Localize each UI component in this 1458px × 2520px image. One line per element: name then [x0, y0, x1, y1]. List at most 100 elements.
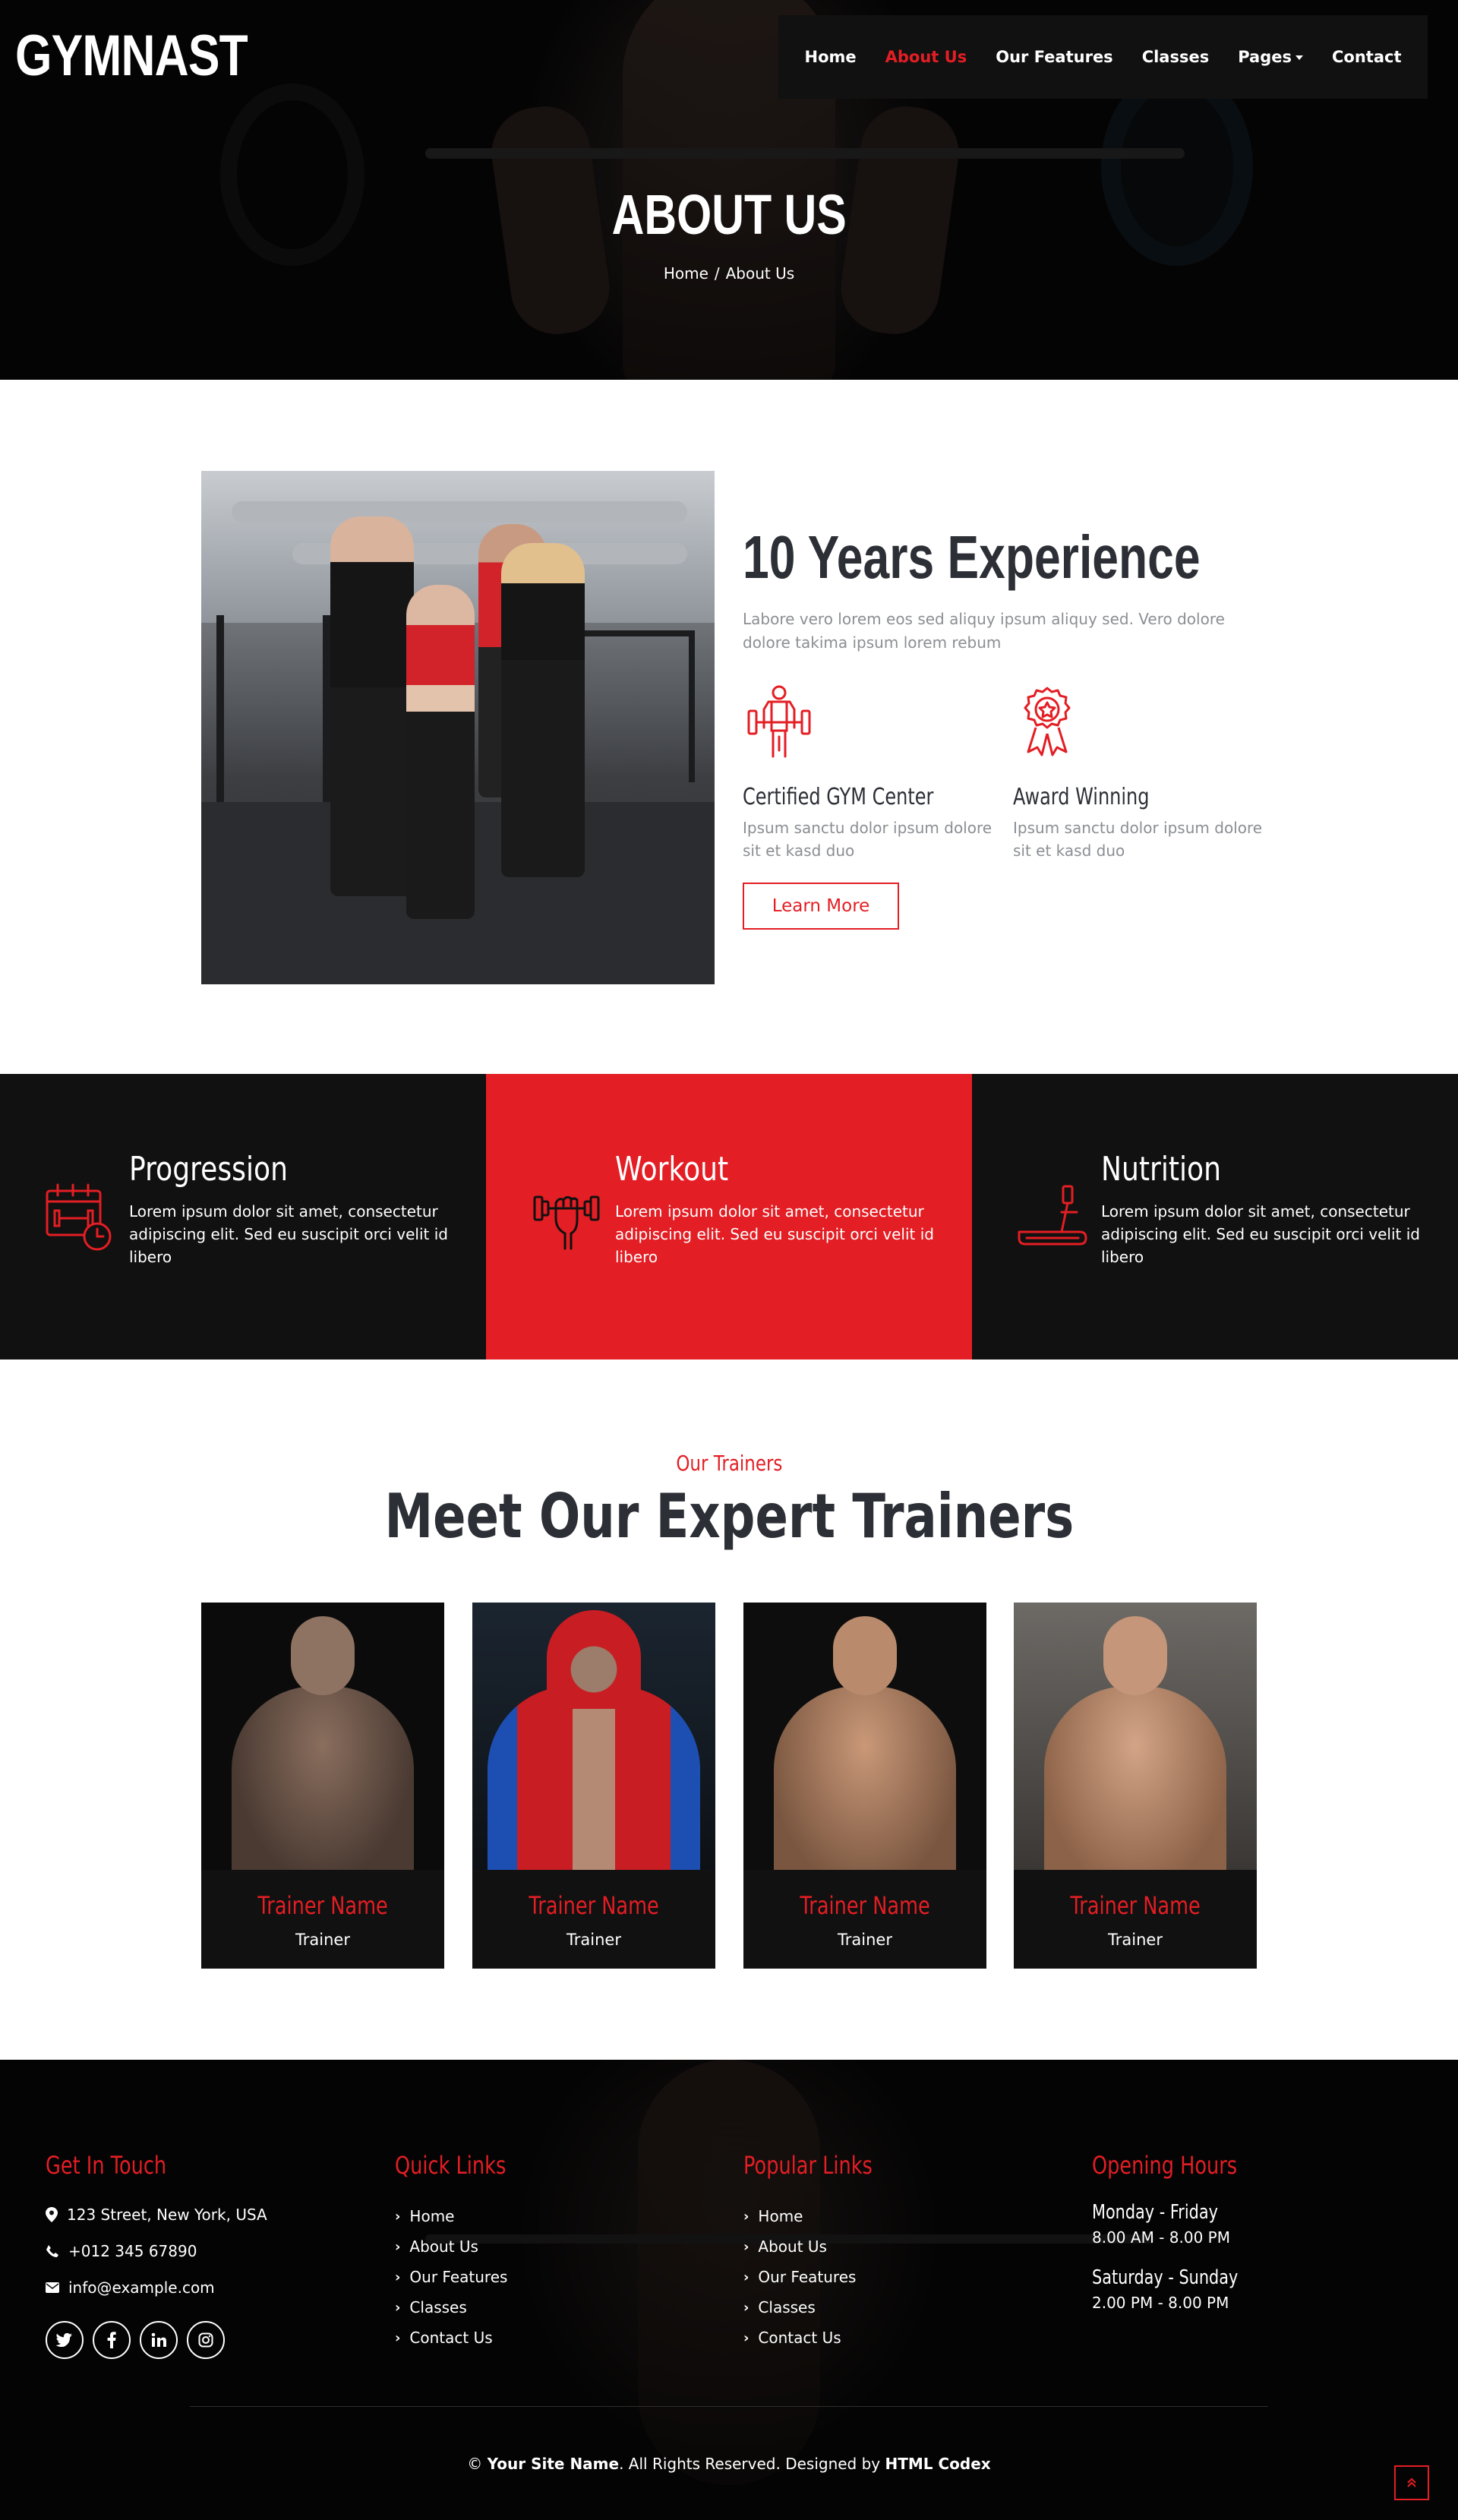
footer-divider [190, 2406, 1268, 2407]
trainer-card[interactable]: Trainer Name Trainer [1014, 1603, 1257, 1969]
chevron-right-icon: › [395, 2329, 401, 2346]
contact-phone[interactable]: +012 345 67890 [46, 2236, 267, 2266]
footer-heading: Popular Links [743, 2151, 873, 2180]
hours-weekdays-time: 8.00 AM - 8.00 PM [1092, 2228, 1230, 2247]
trainer-card[interactable]: Trainer Name Trainer [743, 1603, 986, 1969]
band-text: Lorem ipsum dolor sit amet, consectetur … [129, 1202, 448, 1266]
trainer-role: Trainer [1108, 1931, 1163, 1949]
band-nutrition: Nutrition Lorem ipsum dolor sit amet, co… [972, 1074, 1458, 1359]
band-title: Nutrition [1101, 1150, 1221, 1189]
facebook-icon[interactable] [93, 2321, 131, 2359]
chevron-right-icon: › [743, 2299, 750, 2316]
site-name-link[interactable]: Your Site Name [488, 2455, 619, 2473]
trainer-name: Trainer Name [529, 1891, 659, 1920]
chevron-right-icon: › [743, 2238, 750, 2255]
footer-popular-links: Popular Links › Home › About Us › Our Featu… [743, 2151, 904, 2353]
footer-link-features[interactable]: › Our Features [395, 2262, 534, 2292]
trainer-card[interactable]: Trainer Name Trainer [472, 1603, 715, 1969]
feature-title: Certified GYM Center [743, 784, 934, 810]
band-text: Lorem ipsum dolor sit amet, consectetur … [615, 1202, 934, 1266]
designer-link[interactable]: HTML Codex [885, 2455, 991, 2473]
chevron-right-icon: › [743, 2208, 750, 2225]
trainer-name: Trainer Name [800, 1891, 930, 1920]
hand-dumbbell-icon [533, 1195, 600, 1250]
chevron-right-icon: › [743, 2329, 750, 2346]
calendar-dumbbell-icon [46, 1183, 112, 1251]
nav-about-us[interactable]: About Us [885, 48, 967, 66]
nav-our-features[interactable]: Our Features [996, 48, 1112, 66]
twitter-icon[interactable] [46, 2321, 84, 2359]
footer-heading: Get In Touch [46, 2151, 167, 2180]
envelope-icon [46, 2282, 59, 2293]
trainer-photo [472, 1603, 715, 1870]
map-marker-icon [46, 2207, 58, 2222]
footer-link-features[interactable]: › Our Features [743, 2262, 904, 2292]
about-description: Labore vero lorem eos sed aliquy ipsum a… [743, 610, 1225, 652]
learn-more-button[interactable]: Learn More [743, 883, 899, 930]
footer-heading: Quick Links [395, 2151, 507, 2180]
page-header: GYMNAST Home About Us Our Features Class… [0, 0, 1458, 380]
back-to-top-button[interactable] [1394, 2465, 1429, 2500]
footer-contact: Get In Touch 123 Street, New York, USA +… [46, 2151, 267, 2303]
weightlifter-icon [747, 685, 811, 758]
brand-logo[interactable]: GYMNAST [15, 23, 248, 89]
band-workout: Workout Lorem ipsum dolor sit amet, cons… [486, 1074, 972, 1359]
treadmill-icon [1018, 1185, 1087, 1246]
about-team-photo [201, 471, 715, 984]
hours-weekend-time: 2.00 PM - 8.00 PM [1092, 2294, 1229, 2312]
trainer-photo [201, 1603, 444, 1870]
breadcrumb-separator: / [714, 264, 720, 283]
trainer-photo [743, 1603, 986, 1870]
band-title: Workout [615, 1150, 729, 1189]
breadcrumb-current: About Us [725, 264, 795, 283]
nav-contact[interactable]: Contact [1332, 48, 1402, 66]
chevron-right-icon: › [395, 2208, 401, 2225]
contact-address: 123 Street, New York, USA [46, 2199, 267, 2230]
footer-link-contact[interactable]: › Contact Us [395, 2323, 534, 2353]
footer-link-about[interactable]: › About Us [395, 2231, 534, 2262]
feature-title: Award Winning [1013, 784, 1150, 810]
footer-link-home[interactable]: › Home [395, 2201, 534, 2231]
nav-classes[interactable]: Classes [1142, 48, 1210, 66]
trainer-role: Trainer [566, 1931, 621, 1949]
trainers-subtitle: Our Trainers [676, 1451, 782, 1476]
feature-text: Ipsum sanctu dolor ipsum dolore sit et k… [1013, 819, 1263, 860]
trainer-card[interactable]: Trainer Name Trainer [201, 1603, 444, 1969]
linkedin-icon[interactable] [140, 2321, 178, 2359]
chevron-right-icon: › [395, 2269, 401, 2285]
chevron-right-icon: › [743, 2269, 750, 2285]
band-title: Progression [129, 1150, 288, 1189]
trainer-photo [1014, 1603, 1257, 1870]
hours-weekend: Saturday - Sunday [1092, 2266, 1239, 2289]
breadcrumb-home[interactable]: Home [664, 264, 708, 283]
instagram-icon[interactable] [187, 2321, 225, 2359]
contact-email[interactable]: info@example.com [46, 2272, 267, 2303]
main-nav: Home About Us Our Features Classes Pages… [778, 15, 1428, 99]
about-title: 10 Years Experience [743, 523, 1201, 591]
footer-link-classes[interactable]: › Classes [395, 2292, 534, 2323]
award-medal-icon [1024, 687, 1071, 756]
nav-home[interactable]: Home [805, 48, 857, 66]
footer-opening-hours: Opening Hours Monday - Friday 8.00 AM - … [1092, 2151, 1274, 2312]
chevron-right-icon: › [395, 2238, 401, 2255]
footer-heading: Opening Hours [1092, 2151, 1238, 2180]
band-text: Lorem ipsum dolor sit amet, consectetur … [1101, 1202, 1420, 1266]
copyright: © Your Site Name. All Rights Reserved. D… [467, 2455, 991, 2473]
nav-pages-label: Pages [1238, 48, 1292, 66]
feature-award: Award Winning Ipsum sanctu dolor ipsum d… [1013, 684, 1264, 862]
social-links [46, 2321, 225, 2359]
caret-down-icon [1295, 55, 1303, 60]
nav-pages-dropdown[interactable]: Pages [1238, 48, 1303, 66]
chevron-right-icon: › [395, 2299, 401, 2316]
page-title: ABOUT US [611, 183, 847, 246]
feature-certified: Certified GYM Center Ipsum sanctu dolor … [743, 684, 993, 862]
trainer-name: Trainer Name [257, 1891, 388, 1920]
footer-link-home[interactable]: › Home [743, 2201, 904, 2231]
band-progression: Progression Lorem ipsum dolor sit amet, … [0, 1074, 486, 1359]
trainer-role: Trainer [838, 1931, 892, 1949]
footer-link-classes[interactable]: › Classes [743, 2292, 904, 2323]
footer-link-about[interactable]: › About Us [743, 2231, 904, 2262]
feature-text: Ipsum sanctu dolor ipsum dolore sit et k… [743, 819, 993, 860]
trainer-role: Trainer [295, 1931, 350, 1949]
footer-link-contact[interactable]: › Contact Us [743, 2323, 904, 2353]
